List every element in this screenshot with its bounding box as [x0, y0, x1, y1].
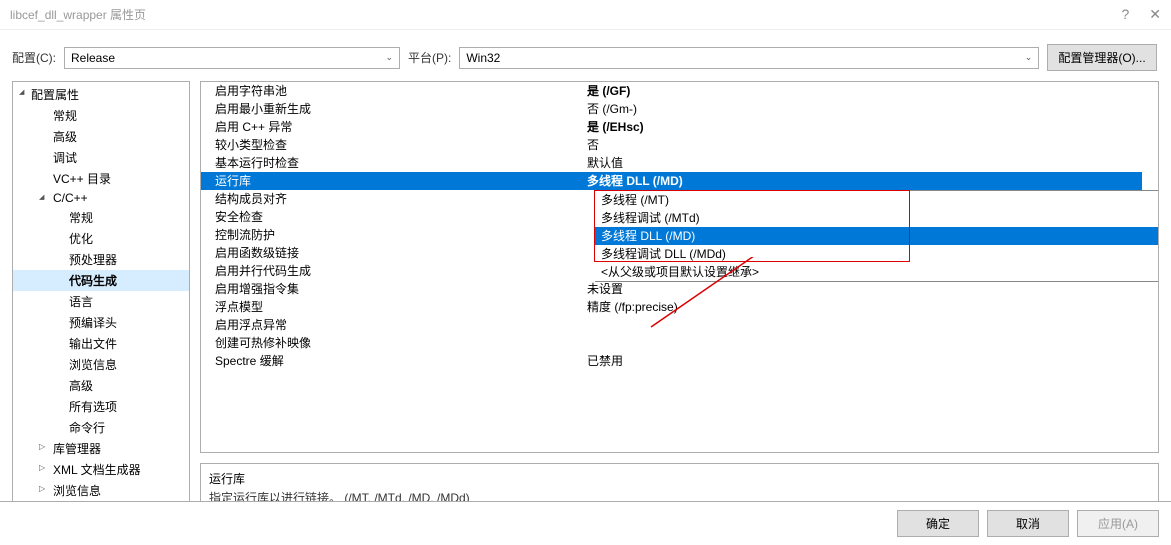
- tree-item[interactable]: 常规: [13, 105, 189, 126]
- property-value[interactable]: 精度 (/fp:precise): [581, 298, 1158, 316]
- tree-item[interactable]: 配置属性: [13, 84, 189, 105]
- tree-item[interactable]: C/C++: [13, 189, 189, 207]
- property-value[interactable]: 未设置: [581, 280, 1158, 298]
- tree-item[interactable]: 命令行: [13, 417, 189, 438]
- property-value[interactable]: [581, 334, 1158, 352]
- property-value[interactable]: 否: [581, 136, 1158, 154]
- grid-row[interactable]: 浮点模型精度 (/fp:precise): [201, 298, 1158, 316]
- cancel-button[interactable]: 取消: [987, 510, 1069, 537]
- grid-row[interactable]: 启用浮点异常: [201, 316, 1158, 334]
- tree-view[interactable]: 配置属性常规高级调试VC++ 目录C/C++常规优化预处理器代码生成语言预编译头…: [12, 81, 190, 511]
- tree-item[interactable]: 所有选项: [13, 396, 189, 417]
- tree-item[interactable]: 语言: [13, 291, 189, 312]
- property-value[interactable]: 默认值: [581, 154, 1158, 172]
- dropdown-option[interactable]: <从父级或项目默认设置继承>: [595, 263, 1158, 281]
- tree-item[interactable]: 浏览信息: [13, 480, 189, 501]
- tree-item[interactable]: 高级: [13, 375, 189, 396]
- property-label: 启用浮点异常: [201, 316, 581, 334]
- tree-item[interactable]: 库管理器: [13, 438, 189, 459]
- property-value[interactable]: 是 (/EHsc): [581, 118, 1158, 136]
- tree-item[interactable]: 常规: [13, 207, 189, 228]
- tree-item[interactable]: 输出文件: [13, 333, 189, 354]
- property-label: 基本运行时检查: [201, 154, 581, 172]
- grid-row[interactable]: 启用增强指令集未设置: [201, 280, 1158, 298]
- property-label: 创建可热修补映像: [201, 334, 581, 352]
- help-button[interactable]: ?: [1121, 6, 1129, 23]
- grid-row[interactable]: 运行库多线程 DLL (/MD): [201, 172, 1158, 190]
- platform-label: 平台(P):: [408, 49, 451, 66]
- config-value: Release: [71, 51, 115, 65]
- platform-dropdown[interactable]: Win32 ⌄: [459, 47, 1039, 69]
- apply-button[interactable]: 应用(A): [1077, 510, 1159, 537]
- tree-item[interactable]: 优化: [13, 228, 189, 249]
- property-grid[interactable]: 启用字符串池是 (/GF)启用最小重新生成否 (/Gm-)启用 C++ 异常是 …: [200, 81, 1159, 453]
- property-label: 启用 C++ 异常: [201, 118, 581, 136]
- window-title: libcef_dll_wrapper 属性页: [10, 6, 1121, 23]
- runtime-lib-dropdown-list[interactable]: 多线程 (/MT)多线程调试 (/MTd)多线程 DLL (/MD)多线程调试 …: [595, 190, 1158, 282]
- property-value[interactable]: 是 (/GF): [581, 82, 1158, 100]
- property-label: 浮点模型: [201, 298, 581, 316]
- property-value[interactable]: 否 (/Gm-): [581, 100, 1158, 118]
- grid-row[interactable]: 基本运行时检查默认值: [201, 154, 1158, 172]
- property-value[interactable]: 多线程 DLL (/MD): [581, 172, 1158, 190]
- tree-item[interactable]: 代码生成: [13, 270, 189, 291]
- tree-item[interactable]: VC++ 目录: [13, 168, 189, 189]
- dropdown-option[interactable]: 多线程 (/MT): [595, 191, 1158, 209]
- property-label: 启用字符串池: [201, 82, 581, 100]
- property-label: 较小类型检查: [201, 136, 581, 154]
- property-label: 启用增强指令集: [201, 280, 581, 298]
- titlebar: libcef_dll_wrapper 属性页 ? ✕: [0, 0, 1171, 30]
- property-label: Spectre 缓解: [201, 352, 581, 370]
- property-label: 运行库: [201, 172, 581, 190]
- platform-value: Win32: [466, 51, 500, 65]
- grid-row[interactable]: Spectre 缓解已禁用: [201, 352, 1158, 370]
- config-label: 配置(C):: [12, 49, 56, 66]
- dropdown-option[interactable]: 多线程调试 (/MTd): [595, 209, 1158, 227]
- chevron-down-icon: ⌄: [1025, 52, 1033, 63]
- dropdown-option[interactable]: 多线程调试 DLL (/MDd): [595, 245, 1158, 263]
- tree-item[interactable]: 调试: [13, 147, 189, 168]
- grid-row[interactable]: 较小类型检查否: [201, 136, 1158, 154]
- config-manager-button[interactable]: 配置管理器(O)...: [1047, 44, 1156, 71]
- property-value[interactable]: [581, 316, 1158, 334]
- property-label: 安全检查: [201, 208, 581, 226]
- property-label: 控制流防护: [201, 226, 581, 244]
- property-label: 启用并行代码生成: [201, 262, 581, 280]
- dropdown-option[interactable]: 多线程 DLL (/MD): [595, 227, 1158, 245]
- footer: 确定 取消 应用(A): [0, 501, 1171, 545]
- close-button[interactable]: ✕: [1149, 6, 1161, 23]
- config-dropdown[interactable]: Release ⌄: [64, 47, 400, 69]
- property-value[interactable]: 已禁用: [581, 352, 1158, 370]
- ok-button[interactable]: 确定: [897, 510, 979, 537]
- tree-item[interactable]: 浏览信息: [13, 354, 189, 375]
- tree-item[interactable]: 高级: [13, 126, 189, 147]
- property-label: 结构成员对齐: [201, 190, 581, 208]
- grid-row[interactable]: 创建可热修补映像: [201, 334, 1158, 352]
- desc-label: 运行库: [209, 470, 1150, 487]
- grid-row[interactable]: 启用最小重新生成否 (/Gm-): [201, 100, 1158, 118]
- tree-item[interactable]: 预处理器: [13, 249, 189, 270]
- toolbar: 配置(C): Release ⌄ 平台(P): Win32 ⌄ 配置管理器(O)…: [0, 30, 1171, 71]
- tree-item[interactable]: 预编译头: [13, 312, 189, 333]
- chevron-down-icon: ⌄: [385, 52, 393, 63]
- property-label: 启用函数级链接: [201, 244, 581, 262]
- tree-item[interactable]: XML 文档生成器: [13, 459, 189, 480]
- grid-row[interactable]: 启用字符串池是 (/GF): [201, 82, 1158, 100]
- grid-row[interactable]: 启用 C++ 异常是 (/EHsc): [201, 118, 1158, 136]
- property-label: 启用最小重新生成: [201, 100, 581, 118]
